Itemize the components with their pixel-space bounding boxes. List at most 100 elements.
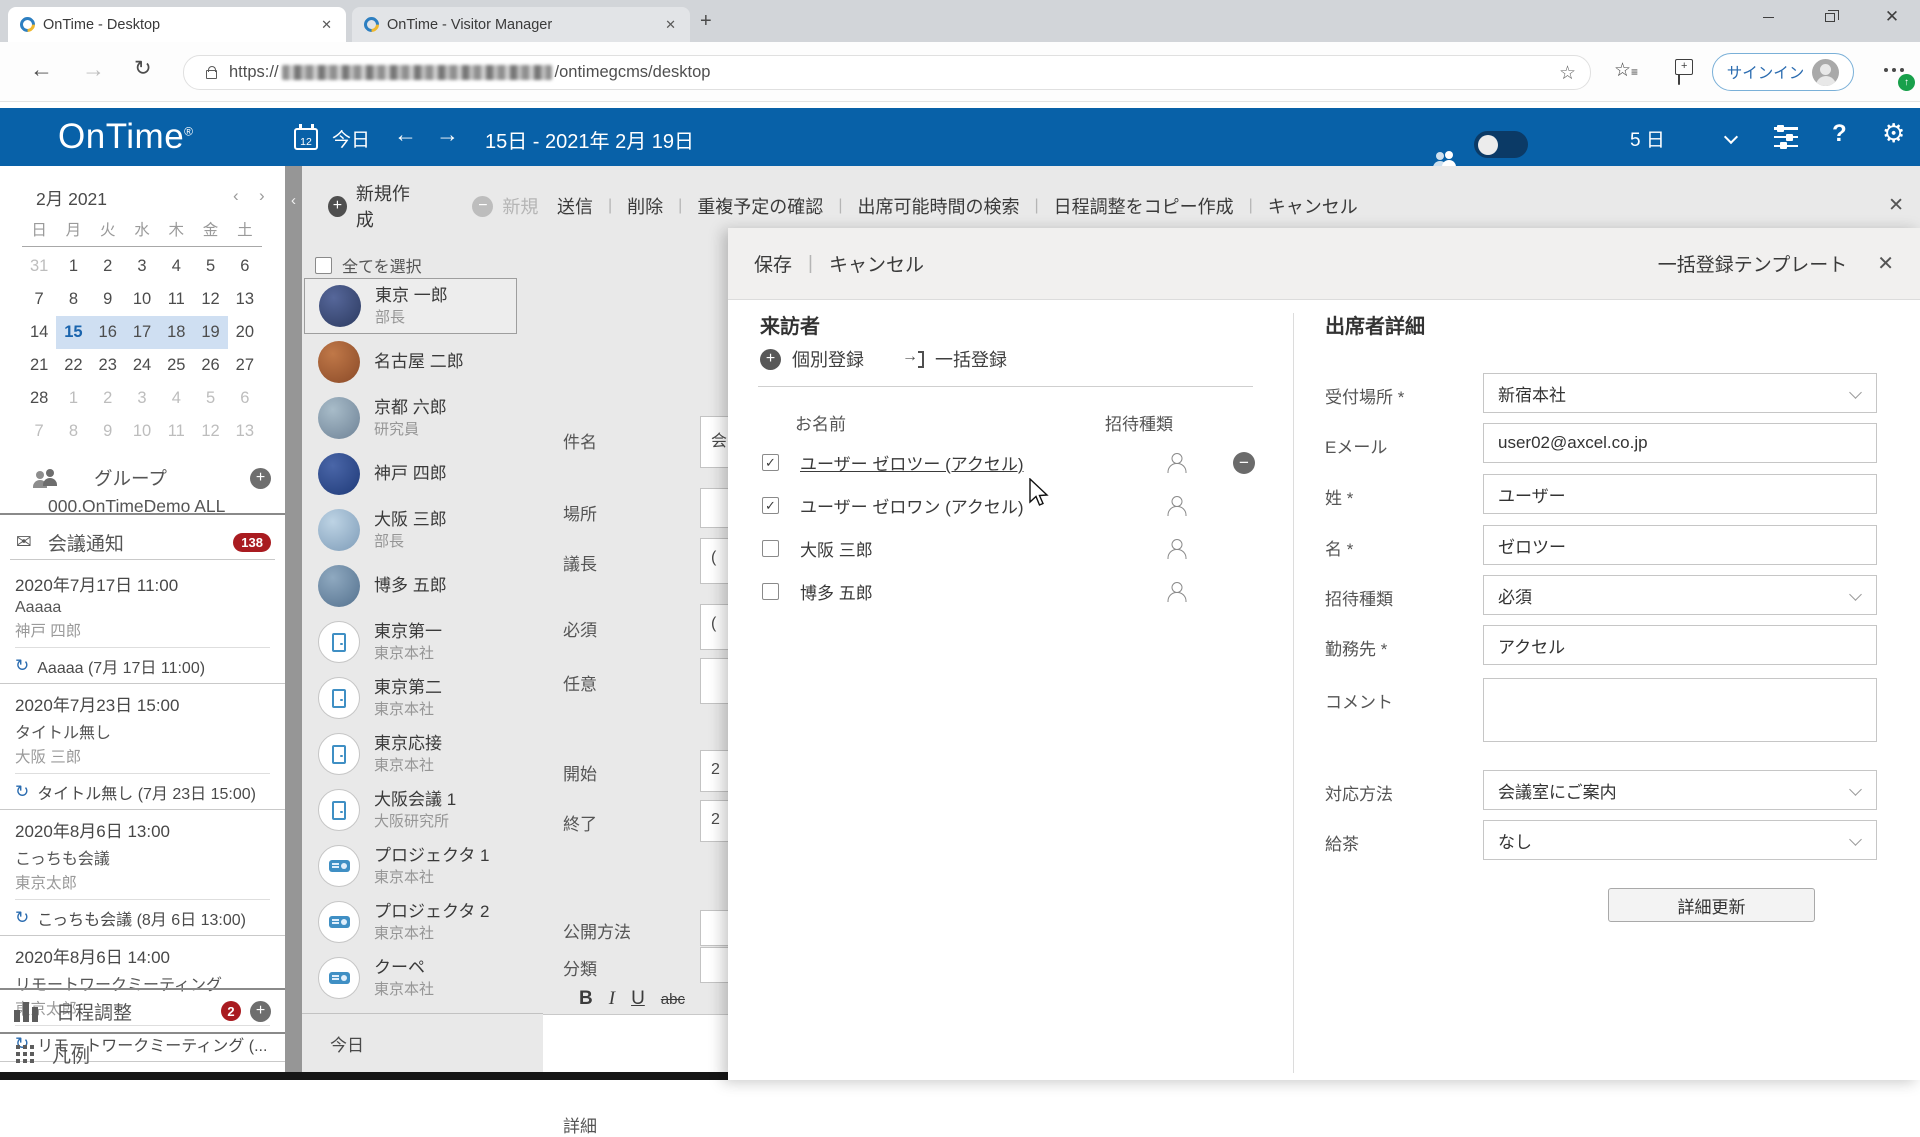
- calendar-day[interactable]: 17: [125, 316, 159, 349]
- mini-calendar-prev[interactable]: ‹: [233, 186, 239, 206]
- calendar-day[interactable]: 25: [159, 349, 193, 382]
- notification-item[interactable]: 2020年7月17日 11:00Aaaaa神戸 四郎↻Aaaaa (7月 17日…: [0, 564, 285, 684]
- browser-tab[interactable]: OnTime - Desktop✕: [8, 7, 346, 42]
- toolbar-item[interactable]: 重複予定の確認: [697, 193, 823, 219]
- view-days-label[interactable]: 5 日: [1630, 125, 1665, 152]
- tab-close-icon[interactable]: ✕: [317, 15, 336, 35]
- tab-close-icon[interactable]: ✕: [661, 15, 680, 35]
- add-group-button[interactable]: +: [250, 468, 271, 489]
- calendar-day[interactable]: 31: [22, 250, 56, 283]
- calendar-day[interactable]: 24: [125, 349, 159, 382]
- calendar-day[interactable]: 2: [91, 382, 125, 415]
- toolbar-item[interactable]: 送信: [557, 193, 593, 219]
- format-italic-button[interactable]: I: [609, 988, 615, 1010]
- calendar-day[interactable]: 27: [228, 349, 262, 382]
- new-create-button[interactable]: + 新規作成: [328, 180, 420, 232]
- calendar-day[interactable]: 28: [22, 382, 56, 415]
- window-close-button[interactable]: ✕: [1869, 0, 1915, 34]
- mini-calendar-next[interactable]: ›: [259, 186, 265, 206]
- list-item[interactable]: 大阪会議 1大阪研究所: [304, 782, 517, 838]
- reschedule-row[interactable]: ↻こっちも会議 (8月 6日 13:00): [15, 905, 270, 931]
- help-button[interactable]: ?: [1832, 120, 1847, 148]
- view-chevron-icon[interactable]: [1724, 130, 1738, 144]
- calendar-day[interactable]: 6: [228, 250, 262, 283]
- window-restore-button[interactable]: [1807, 0, 1853, 34]
- collections-icon[interactable]: [1678, 63, 1680, 85]
- prev-arrow[interactable]: ←: [394, 121, 417, 148]
- detail-select[interactable]: なし: [1483, 820, 1877, 860]
- detail-select[interactable]: 新宿本社: [1483, 373, 1877, 413]
- detail-select[interactable]: 会議室にご案内: [1483, 770, 1877, 810]
- calendar-day[interactable]: 10: [125, 415, 159, 448]
- schedule-adjust-section[interactable]: 日程調整 2 +: [0, 988, 285, 1032]
- add-adjust-button[interactable]: +: [250, 1001, 271, 1022]
- event-close-icon[interactable]: ✕: [1888, 194, 1904, 217]
- favorites-bar-icon[interactable]: ☆≡: [1614, 59, 1638, 82]
- list-item[interactable]: 東京第二東京本社: [304, 670, 517, 726]
- sidebar-collapse-handle[interactable]: ‹: [285, 166, 302, 1072]
- detail-input[interactable]: ゼロツー: [1483, 525, 1877, 565]
- format-strikethrough-button[interactable]: abc: [661, 991, 685, 1008]
- list-item[interactable]: 神戸 四郎: [304, 446, 517, 502]
- notification-item[interactable]: 2020年8月6日 13:00こっちも会議東京太郎↻こっちも会議 (8月 6日 …: [0, 810, 285, 936]
- calendar-day[interactable]: 3: [125, 250, 159, 283]
- list-item[interactable]: 名古屋 二郎: [304, 334, 517, 390]
- calendar-day[interactable]: 11: [159, 283, 193, 316]
- reschedule-row[interactable]: ↻Aaaaa (7月 17日 11:00): [15, 653, 270, 679]
- browser-menu-button[interactable]: [1884, 68, 1904, 73]
- calendar-day[interactable]: 12: [193, 415, 227, 448]
- select-all-row[interactable]: 全てを選択: [315, 253, 422, 277]
- list-item[interactable]: 大阪 三郎部長: [304, 502, 517, 558]
- calendar-day[interactable]: 10: [125, 283, 159, 316]
- toolbar-item[interactable]: 出席可能時間の検索: [857, 193, 1019, 219]
- calendar-day[interactable]: 4: [159, 382, 193, 415]
- calendar-day[interactable]: 26: [193, 349, 227, 382]
- rich-text-editor[interactable]: [543, 1014, 728, 1072]
- format-underline-button[interactable]: U: [631, 988, 645, 1010]
- calendar-day[interactable]: 13: [228, 283, 262, 316]
- calendar-day[interactable]: 4: [159, 250, 193, 283]
- new-delete-button[interactable]: − 新規: [472, 193, 543, 219]
- calendar-day[interactable]: 7: [22, 283, 56, 316]
- list-item[interactable]: クーペ東京本社: [304, 950, 517, 1006]
- calendar-day[interactable]: 6: [228, 382, 262, 415]
- list-item[interactable]: 東京 一郎部長: [304, 278, 517, 334]
- calendar-day[interactable]: 1: [56, 382, 90, 415]
- calendar-day[interactable]: 9: [91, 283, 125, 316]
- calendar-day[interactable]: 8: [56, 283, 90, 316]
- window-minimize-button[interactable]: [1745, 0, 1791, 34]
- list-item[interactable]: プロジェクタ 1東京本社: [304, 838, 517, 894]
- calendar-day[interactable]: 21: [22, 349, 56, 382]
- calendar-day[interactable]: 20: [228, 316, 262, 349]
- calendar-day[interactable]: 3: [125, 382, 159, 415]
- calendar-day[interactable]: 13: [228, 415, 262, 448]
- notification-item[interactable]: 2020年7月23日 15:00タイトル無し大阪 三郎↻タイトル無し (7月 2…: [0, 684, 285, 810]
- refresh-button[interactable]: ↻: [134, 58, 152, 79]
- list-item[interactable]: 京都 六郎研究員: [304, 390, 517, 446]
- select-all-checkbox[interactable]: [315, 257, 332, 274]
- toolbar-item[interactable]: 削除: [627, 193, 663, 219]
- detail-select[interactable]: 必須: [1483, 575, 1877, 615]
- detail-input[interactable]: ユーザー: [1483, 474, 1877, 514]
- people-footer-today[interactable]: 今日: [302, 1013, 543, 1072]
- list-item[interactable]: 東京応接東京本社: [304, 726, 517, 782]
- detail-textarea[interactable]: [1483, 678, 1877, 742]
- format-bold-button[interactable]: B: [579, 988, 593, 1010]
- today-calendar-icon[interactable]: 12: [294, 128, 318, 150]
- new-tab-button[interactable]: +: [700, 10, 712, 33]
- next-arrow[interactable]: →: [436, 121, 459, 148]
- calendar-day[interactable]: 8: [56, 415, 90, 448]
- calendar-day[interactable]: 12: [193, 283, 227, 316]
- forward-button[interactable]: →: [82, 58, 105, 81]
- favorite-star-icon[interactable]: ☆: [1559, 62, 1576, 85]
- list-item[interactable]: 博多 五郎: [304, 558, 517, 614]
- calendar-day[interactable]: 23: [91, 349, 125, 382]
- calendar-day[interactable]: 9: [91, 415, 125, 448]
- detail-input[interactable]: user02@axcel.co.jp: [1483, 423, 1877, 463]
- list-item[interactable]: プロジェクタ 2東京本社: [304, 894, 517, 950]
- today-button[interactable]: 今日: [332, 125, 370, 152]
- meeting-notice-header[interactable]: ✉ 会議通知 138: [0, 526, 285, 558]
- calendar-day[interactable]: 2: [91, 250, 125, 283]
- detail-input[interactable]: アクセル: [1483, 625, 1877, 665]
- calendar-day[interactable]: 11: [159, 415, 193, 448]
